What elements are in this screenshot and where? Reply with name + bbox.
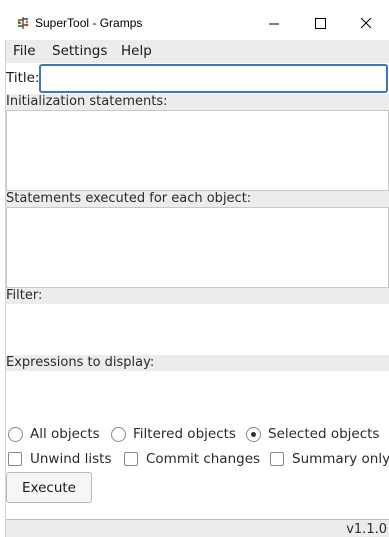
checkbox-unwind-lists-box[interactable] bbox=[8, 452, 22, 466]
title-input[interactable] bbox=[39, 64, 388, 93]
supertool-window: SuperTool - Gramps File Settings Help Ti… bbox=[0, 0, 389, 537]
checkbox-summary-only-box[interactable] bbox=[270, 452, 284, 466]
menu-bar: File Settings Help bbox=[6, 40, 389, 63]
each-object-statements-label: Statements executed for each object: bbox=[6, 191, 389, 207]
radio-filtered-objects-indicator[interactable] bbox=[111, 426, 126, 442]
gramps-tree-icon bbox=[17, 17, 29, 29]
checkbox-commit-changes[interactable]: Commit changes bbox=[124, 450, 260, 468]
radio-selected-objects[interactable]: Selected objects bbox=[246, 425, 379, 443]
maximize-button[interactable] bbox=[308, 12, 332, 34]
version-label: v1.1.0 bbox=[346, 522, 387, 537]
checkbox-unwind-lists[interactable]: Unwind lists bbox=[8, 450, 112, 468]
checkbox-commit-changes-box[interactable] bbox=[124, 452, 138, 466]
checkbox-unwind-lists-label: Unwind lists bbox=[30, 451, 112, 467]
each-object-statements-textarea[interactable] bbox=[6, 207, 389, 288]
menu-file[interactable]: File bbox=[13, 43, 36, 59]
filter-area[interactable] bbox=[6, 304, 389, 355]
menu-settings[interactable]: Settings bbox=[52, 43, 107, 59]
checkbox-commit-changes-label: Commit changes bbox=[146, 451, 261, 467]
filter-label: Filter: bbox=[6, 288, 389, 304]
radio-filtered-objects-label: Filtered objects bbox=[133, 426, 236, 442]
close-button[interactable] bbox=[354, 12, 378, 34]
execute-button[interactable]: Execute bbox=[6, 472, 92, 503]
checkbox-summary-only-label: Summary only bbox=[292, 451, 389, 467]
expressions-label: Expressions to display: bbox=[6, 355, 389, 371]
menu-help[interactable]: Help bbox=[121, 43, 152, 59]
expressions-area[interactable] bbox=[6, 371, 389, 421]
init-statements-label: Initialization statements: bbox=[6, 94, 389, 110]
maximize-icon bbox=[315, 18, 326, 29]
close-icon bbox=[360, 17, 372, 29]
title-bar[interactable]: SuperTool - Gramps bbox=[0, 0, 389, 40]
status-bar: v1.1.0 bbox=[6, 519, 389, 537]
title-label: Title: bbox=[6, 70, 40, 86]
radio-all-objects-label: All objects bbox=[30, 426, 100, 442]
window-title: SuperTool - Gramps bbox=[35, 16, 143, 30]
radio-all-objects[interactable]: All objects bbox=[8, 425, 100, 443]
radio-filtered-objects[interactable]: Filtered objects bbox=[111, 425, 236, 443]
checkbox-summary-only[interactable]: Summary only bbox=[270, 450, 389, 468]
minimize-button[interactable] bbox=[262, 12, 286, 34]
radio-all-objects-indicator[interactable] bbox=[8, 426, 23, 442]
init-statements-textarea[interactable] bbox=[6, 110, 389, 191]
radio-selected-objects-indicator[interactable] bbox=[246, 426, 261, 442]
minimize-icon bbox=[269, 23, 279, 25]
radio-selected-objects-label: Selected objects bbox=[268, 426, 380, 442]
